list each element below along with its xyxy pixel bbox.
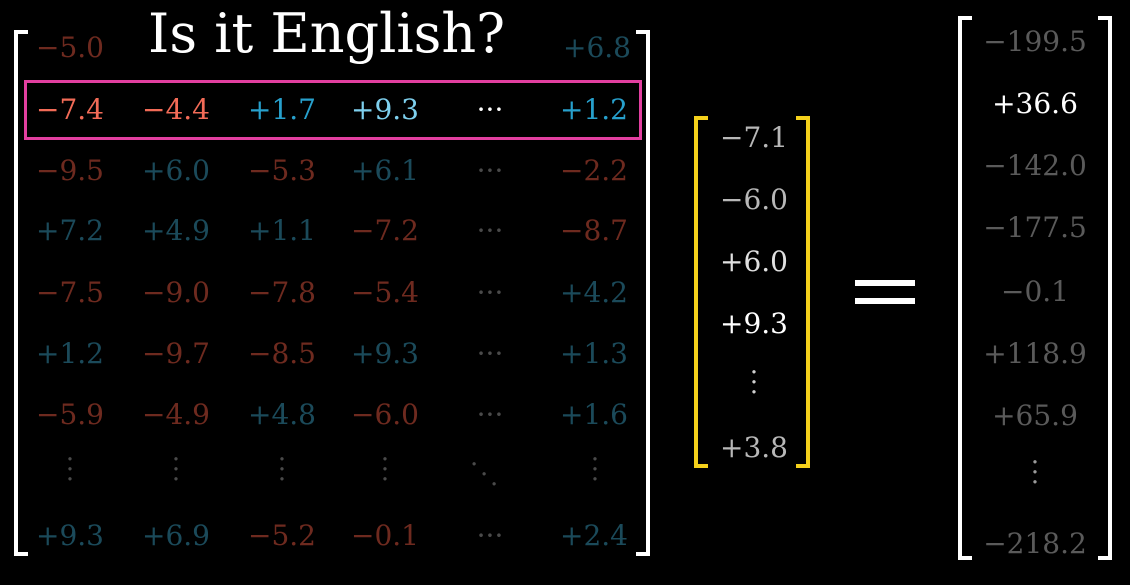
matrix-cell-highlighted: +1.2 [560, 93, 628, 126]
matrix-cell: +1.2 [36, 337, 104, 370]
matrix-cell: +4.8 [248, 398, 316, 431]
vector-entry: +9.3 [720, 307, 788, 340]
matrix-cell: −8.5 [248, 337, 316, 370]
matrix-cell: +4.9 [142, 214, 210, 247]
matrix-ellipsis: ··· [476, 337, 504, 370]
matrix-cell: +1.3 [560, 337, 628, 370]
matrix-cell-highlighted: +9.3 [351, 93, 419, 126]
result-entry: −142.0 [983, 149, 1087, 182]
matrix-cell: −5.0 [36, 31, 104, 64]
matrix-cell: −7.2 [351, 214, 419, 247]
matrix-cell: −2.2 [560, 154, 628, 187]
matrix-cell: −4.9 [142, 398, 210, 431]
result-entry: −218.2 [983, 527, 1087, 560]
result-entry: −199.5 [983, 25, 1087, 58]
result-entry: +65.9 [992, 399, 1078, 432]
matrix-cell: −5.9 [36, 398, 104, 431]
matrix-cell-highlighted: +1.7 [248, 93, 316, 126]
equals-sign-top [855, 280, 915, 286]
vertical-ellipsis: · · · [171, 445, 181, 495]
matrix-ellipsis: ··· [476, 214, 504, 247]
matrix-cell: +6.8 [563, 31, 631, 64]
matrix-cell: −0.1 [351, 519, 419, 552]
vector-entry: +6.0 [720, 245, 788, 278]
vector-entry: −7.1 [720, 121, 788, 154]
matrix-cell: −5.3 [248, 154, 316, 187]
vector-entry: +3.8 [720, 431, 788, 464]
matrix-cell: +6.0 [142, 154, 210, 187]
matrix-cell: +6.1 [351, 154, 419, 187]
vertical-ellipsis: · · · [1030, 448, 1040, 498]
matrix-cell: −9.7 [142, 337, 210, 370]
result-right-bracket [1098, 16, 1112, 560]
matrix-ellipsis: ··· [476, 276, 504, 309]
matrix-ellipsis: ··· [476, 154, 504, 187]
matrix-ellipsis: ··· [476, 519, 504, 552]
result-entry: +118.9 [983, 337, 1087, 370]
matrix-cell: +4.2 [560, 276, 628, 309]
vertical-ellipsis: · · · [380, 445, 390, 495]
matrix-cell: +7.2 [36, 214, 104, 247]
equals-sign-bottom [855, 298, 915, 304]
matrix-cell: −8.7 [560, 214, 628, 247]
vector-entry: −6.0 [720, 183, 788, 216]
matrix-cell: +1.1 [248, 214, 316, 247]
page-title: Is it English? [148, 2, 506, 65]
matrix-cell: −9.5 [36, 154, 104, 187]
matrix-cell: −5.2 [248, 519, 316, 552]
result-entry: −177.5 [983, 211, 1087, 244]
result-entry: +36.6 [992, 87, 1078, 120]
matrix-cell: −6.0 [351, 398, 419, 431]
result-entry: −0.1 [1001, 275, 1069, 308]
matrix-cell: −7.8 [248, 276, 316, 309]
matrix-cell-highlighted: −7.4 [36, 93, 104, 126]
matrix-ellipsis: ··· [476, 398, 504, 431]
matrix-cell: +2.4 [560, 519, 628, 552]
matrix-cell-highlighted: −4.4 [142, 93, 210, 126]
matrix-cell: −9.0 [142, 276, 210, 309]
matrix-cell: −5.4 [351, 276, 419, 309]
vector-right-bracket [796, 116, 810, 468]
vertical-ellipsis: · · · [749, 358, 759, 408]
matrix-cell: +1.6 [560, 398, 628, 431]
vertical-ellipsis: · · · [65, 445, 75, 495]
vertical-ellipsis: · · · [590, 445, 600, 495]
matrix-cell: +9.3 [36, 519, 104, 552]
matrix-ellipsis: ··· [476, 93, 504, 126]
matrix-cell: +9.3 [351, 337, 419, 370]
matrix-cell: −7.5 [36, 276, 104, 309]
vector-left-bracket [694, 116, 708, 468]
vertical-ellipsis: · · · [277, 445, 287, 495]
matrix-cell: +6.9 [142, 519, 210, 552]
